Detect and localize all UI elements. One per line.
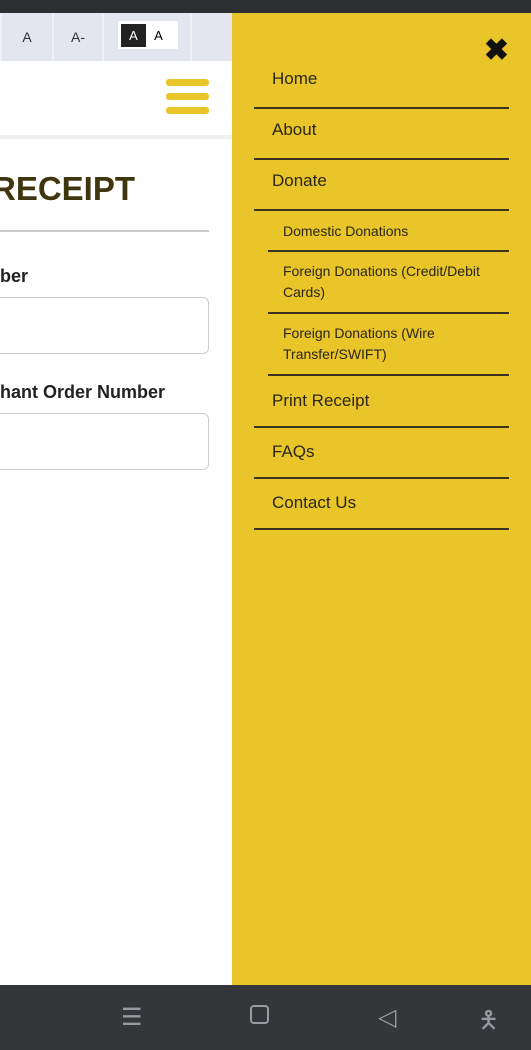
menu-item-foreign-card[interactable]: Foreign Donations (Credit/Debit Cards)	[268, 261, 509, 314]
merchant-order-number-input[interactable]	[0, 413, 209, 470]
accessibility-icon[interactable]: 🯅	[478, 1003, 499, 1044]
menu-item-foreign-wire[interactable]: Foreign Donations (Wire Transfer/SWIFT)	[268, 323, 509, 376]
home-icon[interactable]	[250, 1005, 269, 1024]
font-decrease-button[interactable]: A-	[52, 13, 102, 61]
contrast-light-button[interactable]: A	[146, 24, 171, 47]
side-menu: ✖ Home About Donate Domestic Donations F…	[232, 13, 531, 985]
font-normal-button[interactable]: A	[0, 13, 52, 61]
divider	[0, 230, 209, 232]
contrast-dark-button[interactable]: A	[121, 23, 146, 47]
hamburger-menu-icon[interactable]	[166, 79, 209, 121]
menu-item-home[interactable]: Home	[254, 69, 509, 109]
menu-item-domestic-donations[interactable]: Domestic Donations	[268, 221, 509, 252]
status-bar	[0, 0, 531, 13]
android-nav-bar: ☰ ◁ 🯅	[0, 985, 531, 1050]
close-icon[interactable]: ✖	[484, 33, 509, 68]
font-normal-label: A	[22, 29, 32, 45]
merchant-order-number-label: hant Order Number	[0, 382, 166, 402]
menu-item-donate[interactable]: Donate	[254, 171, 509, 211]
recents-icon[interactable]: ☰	[121, 1003, 143, 1032]
contrast-toggle[interactable]: A A	[118, 21, 178, 49]
menu-item-print-receipt[interactable]: Print Receipt	[254, 391, 509, 428]
site-header	[0, 61, 232, 139]
font-decrease-label: A-	[71, 29, 85, 45]
menu-item-contact-us[interactable]: Contact Us	[254, 493, 509, 530]
menu-item-faqs[interactable]: FAQs	[254, 442, 509, 479]
field1-input[interactable]	[0, 297, 209, 354]
back-icon[interactable]: ◁	[378, 1003, 396, 1032]
font-size-toolbar: A A- A A	[0, 13, 232, 61]
field1-label: ber	[0, 266, 29, 286]
menu-item-about[interactable]: About	[254, 120, 509, 160]
page-title: RECEIPT	[0, 170, 136, 207]
